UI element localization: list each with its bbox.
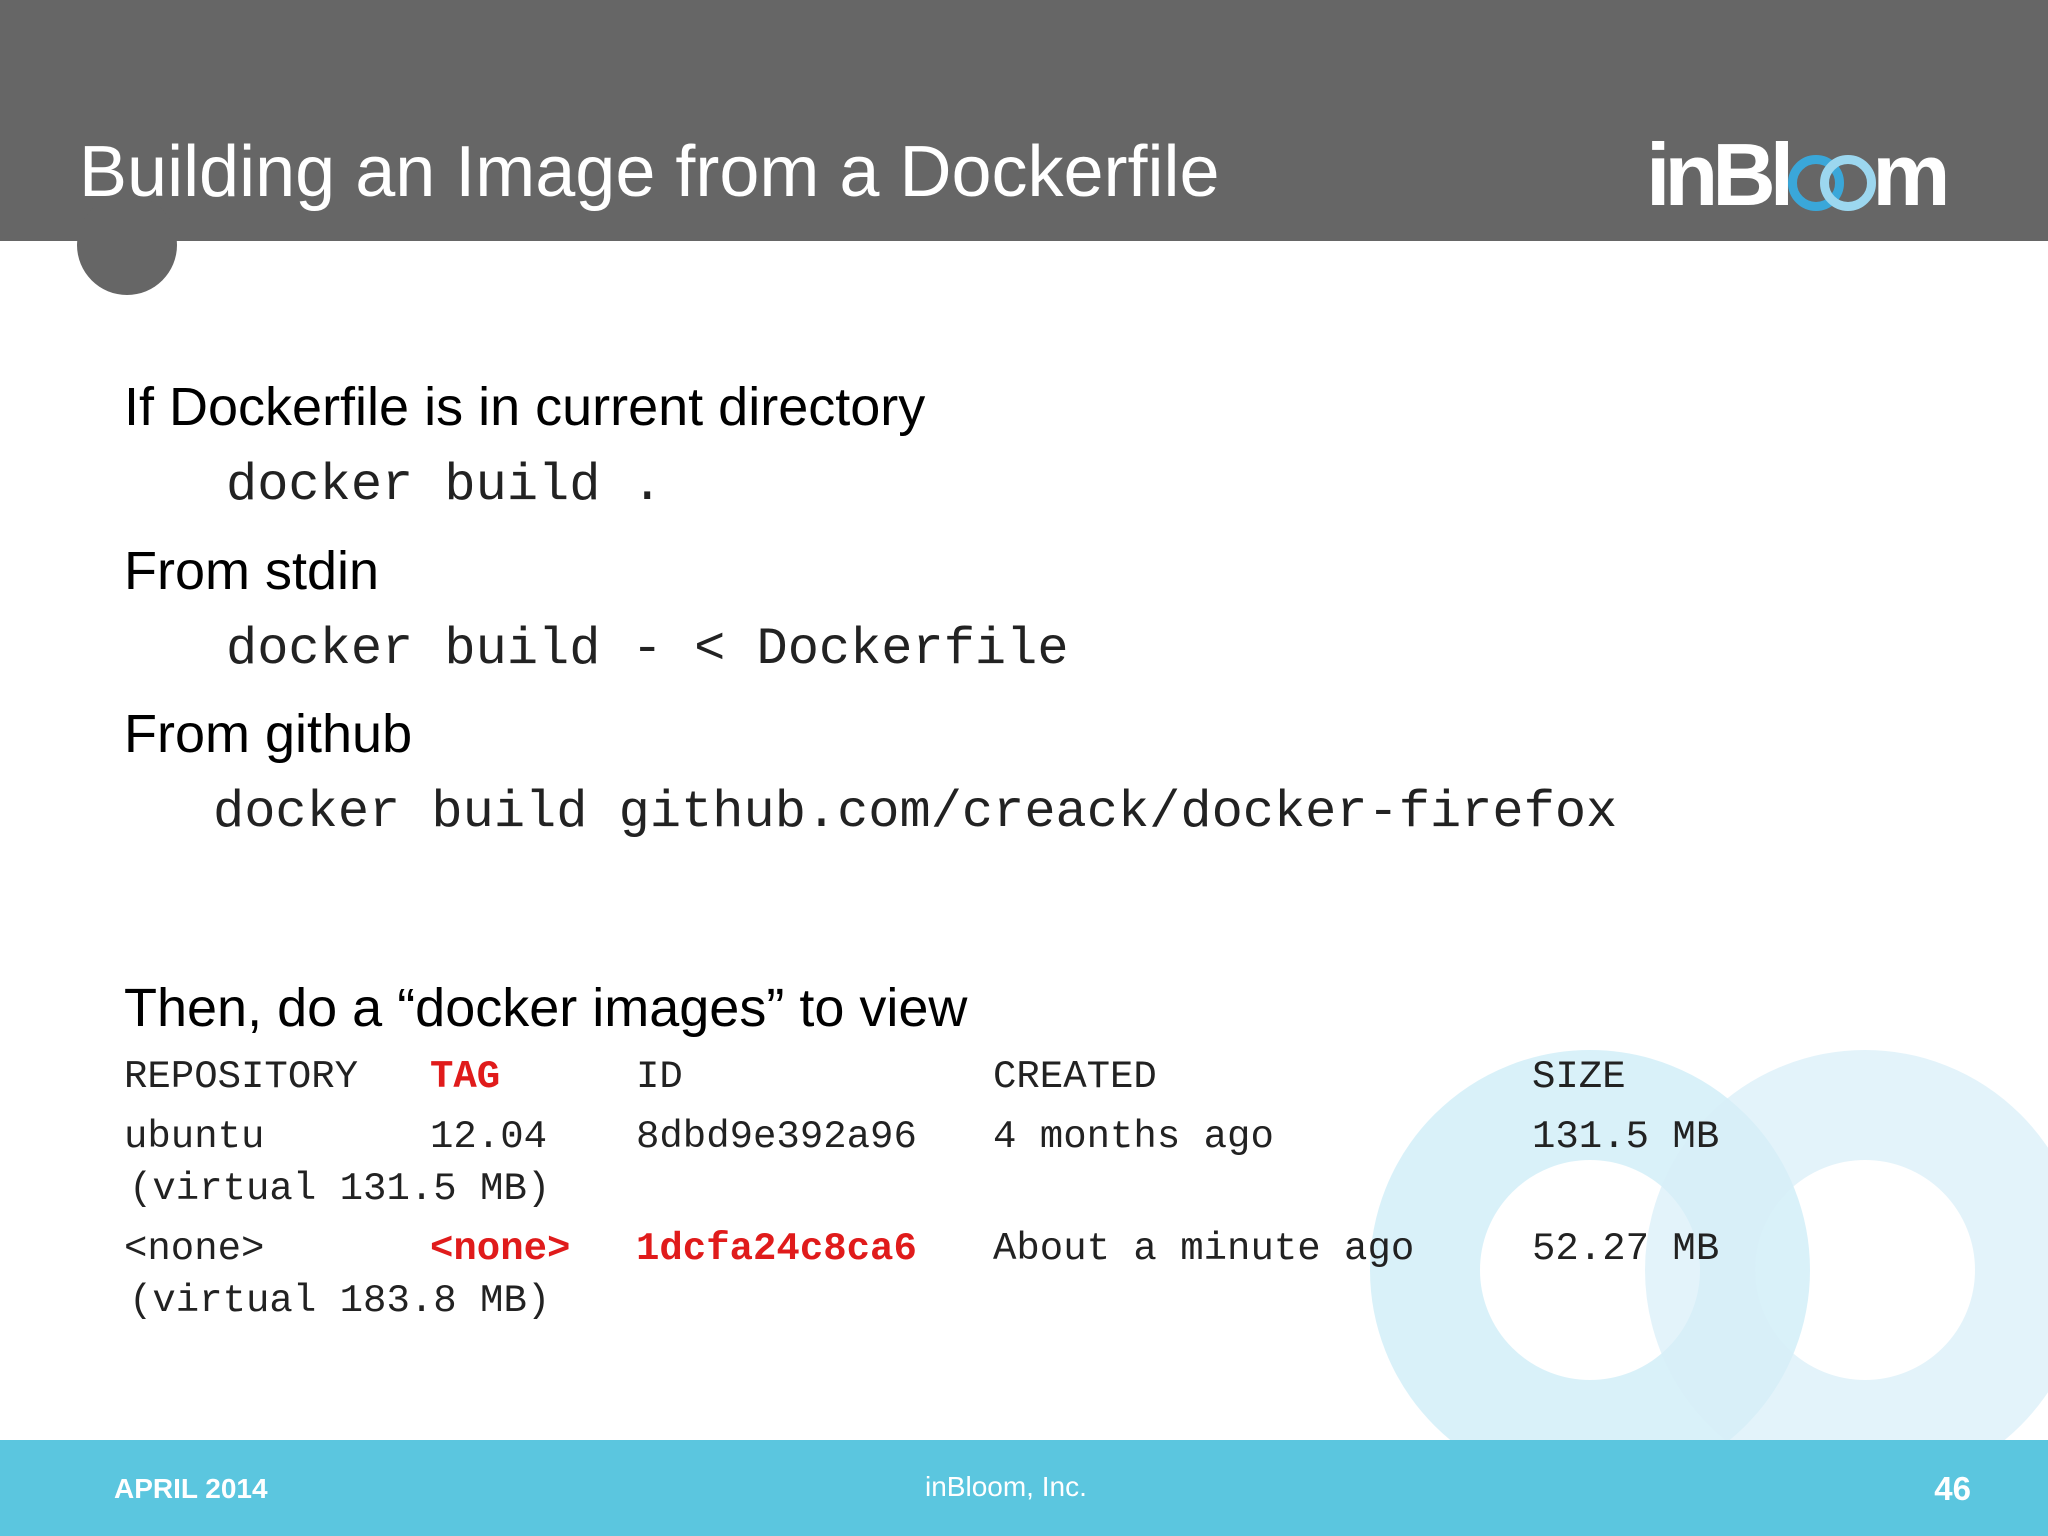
table-header-created: CREATED [993, 1055, 1157, 1099]
logo-rings-icon [1788, 155, 1877, 211]
item-1-label: If Dockerfile is in current directory [124, 377, 926, 437]
table-header-size: SIZE [1532, 1055, 1626, 1099]
footer-date: APRIL 2014 [114, 1473, 268, 1504]
table-row-2-id: 1dcfa24c8ca6 [636, 1227, 917, 1271]
table-row-2-repository: <none> [124, 1227, 265, 1271]
table-row-2-tag: <none> [430, 1227, 571, 1271]
table-row-1-created: 4 months ago [993, 1115, 1274, 1159]
footer-company: inBloom, Inc. [925, 1471, 1087, 1502]
item-2-label: From stdin [124, 541, 380, 601]
table-row-2-size: 52.27 MB [1532, 1227, 1720, 1271]
images-heading: Then, do a “docker images” to view [124, 978, 968, 1038]
table-row-1-size: 131.5 MB [1532, 1115, 1720, 1159]
inbloom-logo: inBl m [1646, 125, 1950, 224]
item-3-label: From github [124, 704, 413, 764]
item-3-command: docker build github.com/creack/docker-fi… [213, 783, 1618, 842]
table-header-repository: REPOSITORY [124, 1055, 359, 1099]
table-row-1-repository: ubuntu [124, 1115, 265, 1159]
table-row-1-id: 8dbd9e392a96 [636, 1115, 917, 1159]
item-1-command: docker build . [226, 456, 663, 515]
page-number: 46 [1934, 1470, 1971, 1507]
footer-bar: APRIL 2014 inBloom, Inc. 46 [0, 1440, 2048, 1536]
table-header-id: ID [636, 1055, 683, 1099]
table-row-2-virtual: (virtual 183.8 MB) [129, 1279, 551, 1323]
table-row-1-virtual: (virtual 131.5 MB) [129, 1167, 551, 1211]
slide-title: Building an Image from a Dockerfile [79, 132, 1220, 212]
table-row-1-tag: 12.04 [430, 1115, 548, 1159]
table-row-2-created: About a minute ago [993, 1227, 1415, 1271]
item-2-command: docker build - < Dockerfile [226, 620, 1069, 679]
table-header-tag: TAG [430, 1055, 501, 1099]
